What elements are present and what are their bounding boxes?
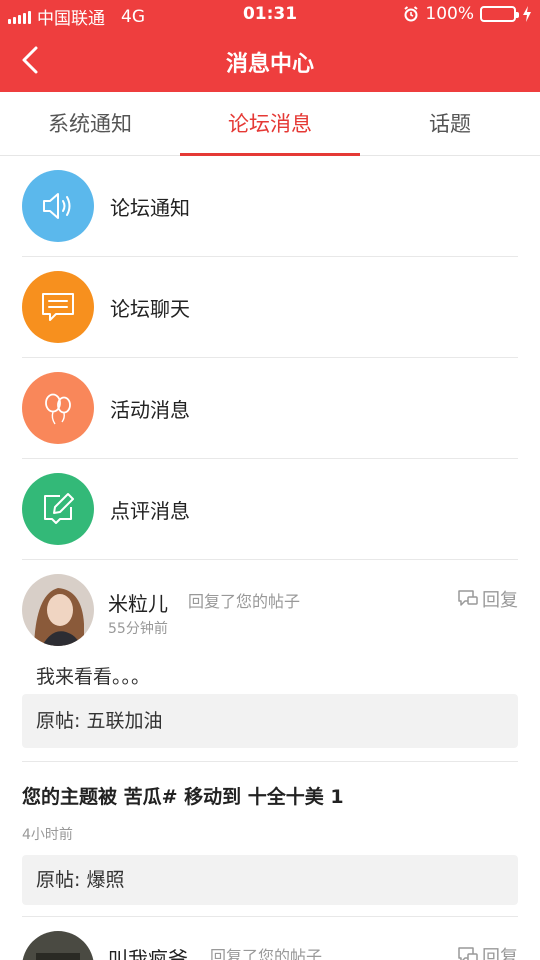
timestamp: 4小时前 [22, 827, 73, 843]
category-label: 点评消息 [110, 498, 190, 523]
message-content: 我来看看。。。 [36, 666, 151, 688]
tab-forum-messages[interactable]: 论坛消息 [180, 92, 360, 156]
category-label: 论坛通知 [110, 195, 190, 220]
battery-icon [480, 6, 519, 22]
username[interactable]: 米粒儿 [108, 588, 168, 617]
action-text: 回复了您的帖子 [188, 592, 301, 611]
charging-icon [523, 6, 531, 22]
avatar[interactable] [22, 931, 94, 960]
reply-button[interactable]: 回复 [457, 943, 518, 960]
reply-icon [458, 947, 478, 960]
category-forum-notice[interactable]: 论坛通知 [22, 156, 518, 257]
message-title: 您的主题被 苦瓜# 移动到 十全十美 1 [22, 786, 344, 808]
avatar[interactable] [22, 574, 94, 646]
battery-percent: 100% [425, 4, 474, 24]
tab-topics[interactable]: 话题 [360, 92, 540, 155]
category-forum-chat[interactable]: 论坛聊天 [22, 257, 518, 358]
nav-header: 消息中心 [0, 30, 540, 92]
tab-system-notice[interactable]: 系统通知 [0, 92, 180, 155]
original-post[interactable]: 原帖: 爆照 [22, 855, 518, 905]
message-item[interactable]: 叫我疯爷 回复了您的帖子 回复 [22, 917, 518, 960]
speaker-icon [22, 170, 94, 242]
category-review[interactable]: 点评消息 [22, 459, 518, 560]
reply-label: 回复 [482, 590, 518, 611]
category-label: 论坛聊天 [110, 296, 190, 321]
tab-bar: 系统通知 论坛消息 话题 [0, 92, 540, 156]
category-label: 活动消息 [110, 397, 190, 422]
chat-icon [22, 271, 94, 343]
reply-label: 回复 [482, 947, 518, 960]
message-item[interactable]: 米粒儿 回复了您的帖子 55分钟前 回复 我来看看。。。 原帖: 五联加油 [22, 560, 518, 762]
app-header-bar: 中国联通 4G 01:31 100% 消息中心 [0, 0, 540, 92]
timestamp: 55分钟前 [108, 621, 168, 637]
username[interactable]: 叫我疯爷 [108, 943, 188, 960]
category-activity[interactable]: 活动消息 [22, 358, 518, 459]
reply-button[interactable]: 回复 [457, 586, 518, 612]
action-text: 回复了您的帖子 [210, 947, 323, 960]
edit-icon [22, 473, 94, 545]
message-item[interactable]: 您的主题被 苦瓜# 移动到 十全十美 1 4小时前 原帖: 爆照 [22, 762, 518, 917]
original-post[interactable]: 原帖: 五联加油 [22, 694, 518, 748]
page-title: 消息中心 [225, 52, 314, 77]
status-right: 100% [403, 4, 532, 24]
balloon-icon [22, 372, 94, 444]
reply-icon [458, 590, 478, 606]
alarm-icon [404, 6, 419, 22]
status-bar: 中国联通 4G 01:31 100% [0, 0, 540, 30]
